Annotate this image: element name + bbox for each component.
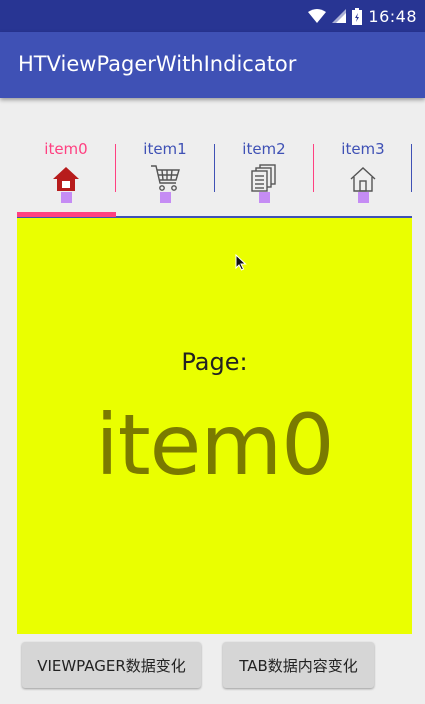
viewpager-data-change-button[interactable]: VIEWPAGER数据变化 — [22, 642, 201, 688]
viewpager-page[interactable]: Page: item0 — [17, 218, 412, 634]
tab-item1[interactable]: item1 — [116, 140, 214, 216]
status-time: 16:48 — [368, 6, 417, 26]
app-title: HTViewPagerWithIndicator — [18, 52, 297, 76]
tab-strip: item0 item1 item2 item3 — [17, 140, 412, 218]
tab-indicator-dot — [159, 192, 171, 203]
cart-icon — [150, 164, 180, 192]
page-title: item0 — [95, 396, 334, 494]
battery-icon — [352, 7, 363, 25]
tab-indicator-dot — [357, 192, 369, 203]
tab-label: item0 — [44, 140, 88, 158]
app-bar: HTViewPagerWithIndicator — [0, 32, 425, 98]
page-caption: Page: — [181, 348, 248, 376]
home-outline-icon — [350, 164, 376, 192]
tab-label: item2 — [242, 140, 286, 158]
documents-icon — [251, 164, 277, 192]
tab-indicator-dot — [258, 192, 270, 203]
tab-item0[interactable]: item0 — [17, 140, 115, 216]
tab-indicator-dot — [60, 192, 72, 203]
tab-item2[interactable]: item2 — [215, 140, 313, 216]
tab-item3[interactable]: item3 — [314, 140, 412, 216]
home-filled-icon — [53, 164, 79, 192]
signal-icon — [332, 9, 347, 23]
tab-content-change-button[interactable]: TAB数据内容变化 — [223, 642, 374, 688]
wifi-icon — [308, 9, 327, 23]
tab-label: item1 — [143, 140, 187, 158]
status-bar: 16:48 — [0, 0, 425, 32]
tab-label: item3 — [341, 140, 385, 158]
tab-separator — [411, 144, 412, 192]
status-icons: 16:48 — [308, 0, 417, 32]
mouse-cursor-icon — [235, 253, 247, 275]
tab-selected-indicator — [17, 212, 116, 217]
